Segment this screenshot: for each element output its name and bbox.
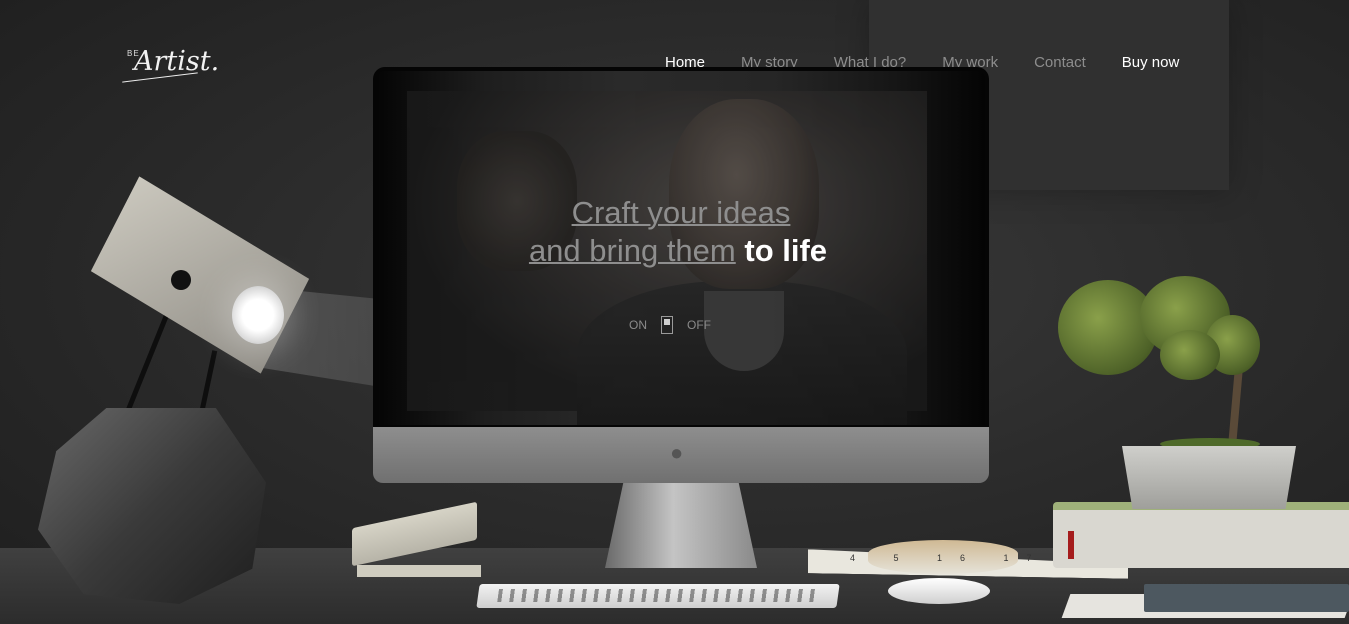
hero-headline: Craft your ideas and bring them to life xyxy=(377,194,985,270)
mouse xyxy=(888,578,990,604)
light-toggle[interactable]: ON OFF xyxy=(629,316,711,334)
apple-logo-icon: ● xyxy=(670,440,684,465)
keyboard-keys xyxy=(497,589,819,602)
photo-neck xyxy=(704,291,784,371)
screen-bezel: Craft your ideas and bring them to life … xyxy=(373,67,989,427)
logo-wordmark: Artist. xyxy=(134,46,220,77)
nav-contact[interactable]: Contact xyxy=(1034,54,1086,71)
book-ribbon xyxy=(1068,531,1074,559)
monitor-screen: Craft your ideas and bring them to life … xyxy=(377,71,985,425)
toggle-off-label: OFF xyxy=(687,318,711,332)
headline-highlight: to life xyxy=(744,233,828,268)
lamp-base xyxy=(38,408,266,604)
lamp-bulb xyxy=(232,286,284,344)
headline-line-2: and bring them xyxy=(528,233,736,268)
monitor-stand xyxy=(605,483,757,568)
lamp-joint xyxy=(171,270,191,290)
hero-scene: BE Artist. Home My story What I do? My w… xyxy=(0,0,1349,624)
bonsai-pot xyxy=(1122,446,1296,509)
keyboard xyxy=(476,584,840,608)
toggle-on-label: ON xyxy=(629,318,647,332)
notebook-dark xyxy=(1144,584,1349,612)
stapler-base xyxy=(357,565,481,577)
bonsai-foliage xyxy=(1160,330,1220,380)
imac-monitor: Craft your ideas and bring them to life … xyxy=(373,67,989,483)
nav-buy-now[interactable]: Buy now xyxy=(1122,54,1180,71)
toggle-switch[interactable] xyxy=(661,316,673,334)
brand-logo[interactable]: BE Artist. xyxy=(120,46,219,86)
headline-line-1: Craft your ideas xyxy=(571,195,791,230)
book-large xyxy=(1053,502,1349,568)
